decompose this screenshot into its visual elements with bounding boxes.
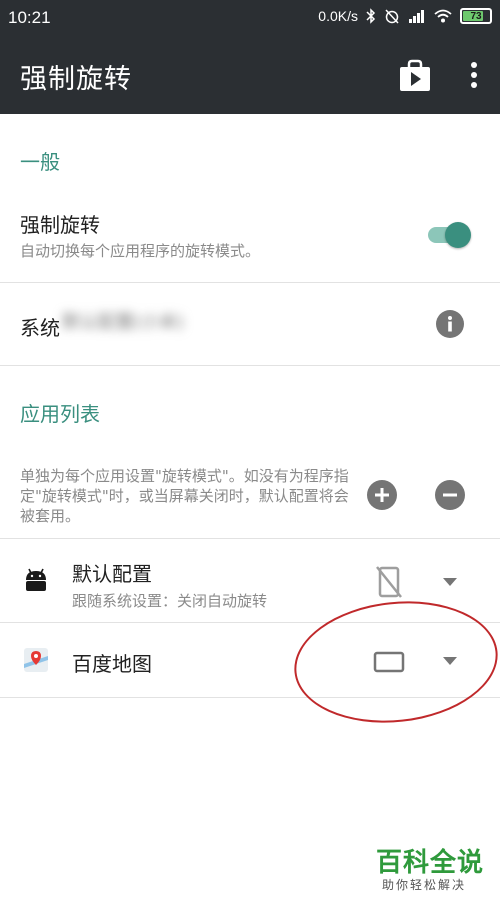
app-list-description: 单独为每个应用设置"旋转模式"。如没有为程序指定"旋转模式"时，或当屏幕关闭时，…	[20, 467, 349, 525]
page-title: 强制旋转	[20, 64, 132, 95]
bluetooth-icon	[366, 8, 376, 24]
force-rotate-title: 强制旋转	[20, 213, 100, 237]
app-bar: 强制旋转	[0, 36, 500, 114]
info-icon[interactable]	[436, 310, 464, 338]
baidu-maps-icon	[24, 648, 48, 672]
watermark-logo: 百科全说	[376, 848, 485, 878]
section-header-general: 一般	[20, 150, 60, 174]
signal-icon	[409, 10, 424, 23]
add-app-button[interactable]	[367, 480, 397, 510]
plus-icon	[375, 488, 389, 502]
status-icons: 0.0K/s 73	[318, 8, 492, 24]
status-time: 10:21	[8, 8, 51, 27]
screen-rotation-off-icon[interactable]	[376, 565, 402, 599]
divider	[0, 365, 500, 366]
network-speed: 0.0K/s	[318, 8, 358, 24]
divider	[0, 282, 500, 283]
play-store-icon[interactable]	[398, 58, 432, 92]
wifi-icon	[434, 9, 452, 23]
system-title: 系统	[20, 316, 60, 340]
app-name-default-config: 默认配置	[72, 562, 152, 586]
status-bar: 10:21 0.0K/s 73	[0, 0, 500, 36]
annotation-circle	[288, 591, 500, 733]
app-sub-default-config: 跟随系统设置：关闭自动旋转	[72, 592, 268, 610]
app-name-baidu-maps: 百度地图	[72, 652, 152, 676]
remove-app-button[interactable]	[435, 480, 465, 510]
chevron-down-icon[interactable]	[443, 578, 457, 586]
blurred-system-config: 默认配置(小米)	[62, 312, 185, 333]
force-rotate-subtitle: 自动切换每个应用程序的旋转模式。	[20, 242, 261, 260]
divider	[0, 538, 500, 539]
android-icon	[26, 568, 46, 591]
force-rotate-toggle[interactable]	[426, 222, 474, 248]
more-vert-icon[interactable]	[462, 60, 486, 90]
section-header-app-list: 应用列表	[20, 402, 100, 426]
battery-icon: 73	[460, 8, 492, 24]
watermark-tagline: 助你轻松解决	[382, 878, 467, 892]
minus-icon	[443, 493, 457, 497]
alarm-off-icon	[385, 9, 399, 24]
battery-level: 73	[470, 10, 482, 22]
